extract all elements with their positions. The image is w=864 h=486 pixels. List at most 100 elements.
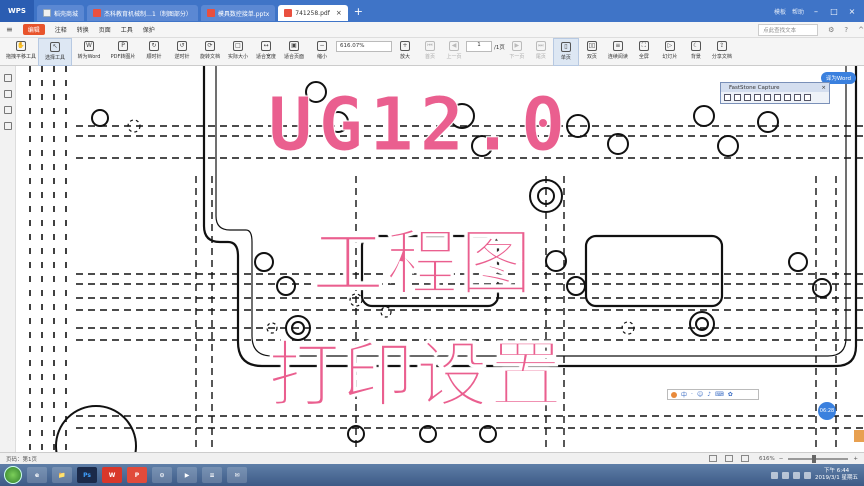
drawing-line-25 [584,234,724,308]
zoom-out-icon[interactable]: − [779,456,784,462]
page-number-input[interactable]: 1 [466,41,492,52]
close-icon[interactable]: × [336,9,342,17]
taskbar-ie-icon[interactable]: e [27,467,47,483]
ime-punct-icon[interactable]: · [691,391,693,398]
tool-tools-8[interactable]: ↔ 适合宽度 [252,38,280,66]
taskbar-photoshop-icon[interactable]: Ps [77,467,97,483]
close-window-icon[interactable]: × [846,7,858,16]
tool-view_tools-1[interactable]: ▯▯ 双页 [579,38,605,66]
minimize-icon[interactable]: – [810,7,822,16]
capture-object-icon[interactable] [734,94,741,101]
annotation-icon[interactable] [3,106,12,114]
capture-fullscreen-icon[interactable] [764,94,771,101]
help-icon[interactable]: ? [844,26,848,34]
tool-icon: P [118,41,128,51]
ime-emoji-icon[interactable]: ☺ [697,391,703,398]
battery-icon[interactable] [793,471,801,479]
tool-tools-1[interactable]: ↖ 选择工具 [38,38,72,66]
maximize-icon[interactable]: □ [828,7,840,16]
close-icon[interactable]: × [821,85,829,91]
tool-view_tools-3[interactable]: ⛶ 全屏 [631,38,657,66]
ime-keyboard-icon[interactable]: ⌨ [715,391,724,398]
taskbar-clock[interactable]: 下午 6:44 2019/3/1 星期五 [815,468,858,482]
capture-video-icon[interactable] [794,94,801,101]
template-link[interactable]: 模板 [774,7,786,16]
volume-icon[interactable] [782,471,790,479]
zoom-slider-knob[interactable] [812,454,817,463]
tool-tools-10[interactable]: − 缩小 [308,38,336,66]
ime-mode-label[interactable]: 中 [681,390,687,399]
taskbar-mail-icon[interactable]: ✉ [227,467,247,483]
zoom-input[interactable]: 616.07% [336,41,392,52]
tool-view_tools-5[interactable]: ☾ 背景 [683,38,709,66]
ime-logo-icon[interactable] [671,391,677,398]
capture-rect-icon[interactable] [744,94,751,101]
menu-edit-button[interactable]: 编辑 [22,24,45,35]
tool-view_tools-0[interactable]: ▯ 单页 [552,38,579,66]
tool-label: 选择工具 [44,55,65,61]
clock-date: 2019/3/1 星期五 [815,475,858,481]
tool-nav_tools-0[interactable]: ⏮ 首页 [418,38,442,66]
attachment-icon[interactable] [3,122,12,130]
zoom-slider[interactable] [788,454,849,463]
settings-icon[interactable]: ⚙ [828,26,834,34]
tab-label: 741258.pdf [295,9,330,17]
ime-tray-icon[interactable] [804,471,812,479]
taskbar-media-player-icon[interactable]: ▶ [177,467,197,483]
start-button[interactable] [4,466,22,484]
tab-active-pdf[interactable]: 741258.pdf × [278,5,348,21]
tool-tools-5[interactable]: ↺ 逆时针 [168,38,196,66]
tool-nav_tools-1[interactable]: ◀ 上一页 [442,38,466,66]
recording-timer-badge[interactable]: 06:28 [818,402,836,420]
capture-scroll-icon[interactable] [774,94,781,101]
side-widget-icon[interactable] [854,430,864,442]
search-input[interactable]: 点此查找文本 [758,23,819,36]
view-mode-icon[interactable] [709,455,718,462]
tool-nav_tools2-1[interactable]: ⏭ 尾页 [529,38,553,66]
thumbnail-icon[interactable] [3,74,12,82]
add-tab-button[interactable]: + [354,5,363,18]
hamburger-icon[interactable]: ≡ [6,25,13,34]
tool-tools-7[interactable]: □ 实际大小 [224,38,252,66]
tool-icon: ↺ [177,41,187,51]
tool-view_tools-6[interactable]: ⇪ 分享文档 [709,38,735,66]
menu-protect[interactable]: 保护 [143,25,155,34]
menu-tools[interactable]: 工具 [121,25,133,34]
tab-daoke-mall[interactable]: 稻壳商城 [37,5,85,21]
capture-fixed-icon[interactable] [784,94,791,101]
collapse-icon[interactable]: ^ [858,26,864,34]
taskbar-explorer-icon[interactable]: 📁 [52,467,72,483]
menu-page[interactable]: 页面 [99,25,111,34]
ime-skin-icon[interactable]: ✿ [728,391,733,398]
tab-jieke-pdf[interactable]: 杰科教育机械制…1（制图部分） [87,5,198,21]
capture-settings-icon[interactable] [804,94,811,101]
menu-annotate[interactable]: 注释 [55,25,67,34]
help-link[interactable]: 帮助 [792,7,804,16]
tool-tools-3[interactable]: P PDF转图片 [106,38,140,66]
document-view[interactable]: UG12.0 工程图 打印设置 译为Word FastStone Capture… [16,66,864,452]
tab-mold-pptx[interactable]: 模具数控接单.pptx [200,5,276,21]
zoom-in-icon[interactable]: + [853,456,858,462]
tool-nav_tools2-0[interactable]: ▶ 下一页 [505,38,529,66]
tool-tools-6[interactable]: ⟳ 旋转文档 [196,38,224,66]
ime-voice-icon[interactable]: ♪ [707,391,711,398]
network-icon[interactable] [771,471,779,479]
fit-icon[interactable] [725,455,734,462]
capture-freehand-icon[interactable] [754,94,761,101]
tool-view_tools-4[interactable]: ▷ 幻灯片 [657,38,683,66]
menu-convert[interactable]: 转换 [77,25,89,34]
taskbar-browser-icon[interactable]: ⊙ [152,467,172,483]
tool-view_tools-2[interactable]: ≡ 连续阅读 [605,38,631,66]
taskbar-app-icon[interactable]: ≡ [202,467,222,483]
tool-tools-0[interactable]: ✋ 拖拽平移工具 [4,38,38,66]
zoom-in-button[interactable]: + 放大 [392,38,418,66]
taskbar-pdf-reader-icon[interactable]: P [127,467,147,483]
capture-window-icon[interactable] [724,94,731,101]
fullscreen-icon[interactable] [741,455,750,462]
taskbar-wps-writer-icon[interactable]: W [102,467,122,483]
tool-tools-2[interactable]: W 转为Word [72,38,106,66]
tool-tools-9[interactable]: ▣ 适合页面 [280,38,308,66]
tool-tools-4[interactable]: ↻ 顺时针 [140,38,168,66]
wps-logo[interactable]: WPS [0,0,34,22]
bookmark-icon[interactable] [3,90,12,98]
